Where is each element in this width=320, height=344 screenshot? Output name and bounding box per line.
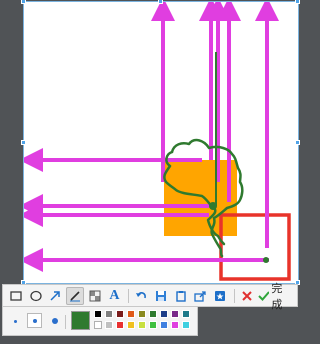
clipboard-icon	[175, 290, 186, 302]
pen-options-bar	[2, 306, 198, 336]
screenshot-canvas[interactable]	[21, 0, 300, 285]
color-swatch[interactable]	[160, 321, 168, 329]
color-swatch[interactable]	[149, 310, 157, 318]
color-swatch[interactable]	[182, 310, 190, 318]
ellipse-icon	[29, 290, 42, 301]
color-swatch[interactable]	[94, 310, 102, 318]
annotation-layer	[24, 2, 291, 281]
share-button[interactable]	[191, 287, 209, 305]
rectangle-tool-button[interactable]	[7, 287, 25, 305]
copy-to-clipboard-button[interactable]	[172, 287, 190, 305]
toolbar-divider	[233, 288, 235, 303]
close-icon	[242, 290, 252, 301]
undo-button[interactable]	[132, 287, 150, 305]
share-icon	[194, 290, 206, 302]
check-icon	[257, 290, 270, 301]
text-tool-button[interactable]: A	[106, 287, 124, 305]
arrow-tool-button[interactable]	[46, 287, 64, 305]
pen-dot-2	[263, 257, 269, 263]
pen-icon	[70, 290, 81, 301]
subbar-divider	[65, 315, 66, 329]
resize-handle-top[interactable]	[158, 0, 163, 4]
pin-icon	[215, 290, 226, 301]
color-swatch[interactable]	[149, 321, 157, 329]
ellipse-tool-button[interactable]	[27, 287, 45, 305]
color-swatch[interactable]	[105, 321, 113, 329]
color-swatch[interactable]	[138, 321, 146, 329]
cancel-button[interactable]	[238, 287, 256, 305]
brush-size-small[interactable]	[7, 313, 22, 328]
color-swatch[interactable]	[116, 310, 124, 318]
resize-handle-right[interactable]	[295, 140, 300, 145]
color-swatch[interactable]	[171, 310, 179, 318]
brush-size-large[interactable]	[47, 313, 62, 328]
large-dot-icon	[52, 318, 58, 324]
resize-handle-top-left[interactable]	[21, 0, 26, 4]
brush-size-medium[interactable]	[27, 313, 42, 328]
current-color-swatch[interactable]	[71, 311, 90, 330]
color-swatch[interactable]	[94, 321, 102, 329]
pin-button[interactable]	[211, 287, 229, 305]
color-swatch[interactable]	[127, 321, 135, 329]
mosaic-icon	[89, 290, 101, 301]
color-swatch[interactable]	[138, 310, 146, 318]
color-swatch[interactable]	[171, 321, 179, 329]
arrow-icon	[50, 290, 61, 301]
color-swatch[interactable]	[105, 310, 113, 318]
orange-rectangle[interactable]	[164, 160, 237, 236]
color-swatch[interactable]	[127, 310, 135, 318]
save-button[interactable]	[152, 287, 170, 305]
done-button[interactable]: 完成	[257, 282, 295, 311]
pen-tool-button[interactable]	[66, 286, 84, 305]
rectangle-icon	[10, 290, 22, 301]
toolbar-divider	[128, 288, 130, 303]
save-icon	[155, 290, 166, 301]
medium-dot-icon	[33, 319, 37, 323]
mosaic-tool-button[interactable]	[86, 287, 104, 305]
undo-icon	[136, 291, 147, 298]
color-swatch[interactable]	[116, 321, 124, 329]
small-dot-icon	[14, 320, 17, 323]
done-label: 完成	[271, 281, 283, 311]
color-swatch[interactable]	[182, 321, 190, 329]
resize-handle-left[interactable]	[21, 140, 26, 145]
screenshot-toolbar: A 完成	[2, 282, 298, 311]
resize-handle-top-right[interactable]	[295, 0, 300, 4]
text-icon: A	[109, 287, 120, 303]
color-swatch[interactable]	[160, 310, 168, 318]
